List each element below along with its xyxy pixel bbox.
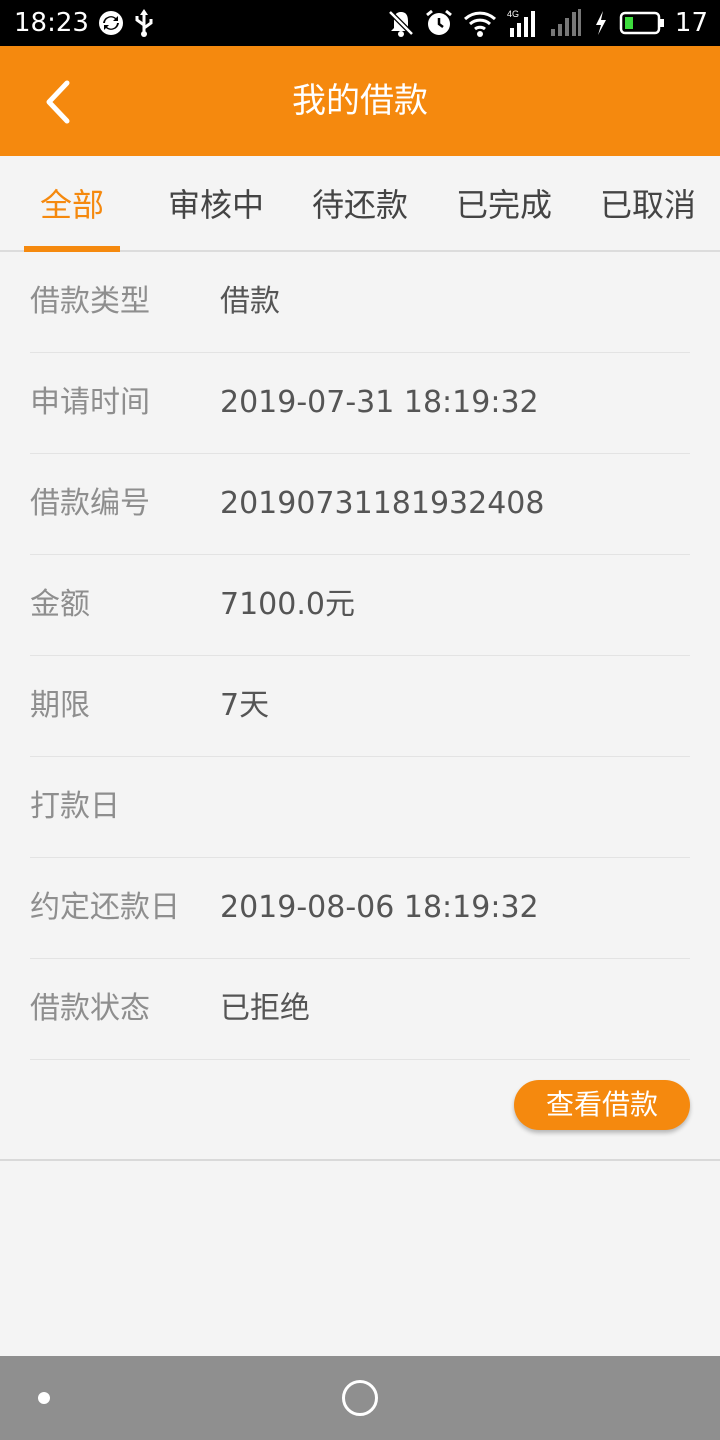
home-circle-icon[interactable] (342, 1380, 378, 1416)
network-type-label: 4G (507, 9, 519, 19)
row-apply-time: 申请时间 2019-07-31 18:19:32 (30, 353, 690, 454)
row-value: 20190731181932408 (220, 486, 545, 521)
status-left-icons (98, 8, 154, 38)
row-term: 期限 7天 (30, 656, 690, 757)
row-loan-number: 借款编号 20190731181932408 (30, 454, 690, 555)
row-value: 7100.0元 (220, 587, 355, 622)
row-value: 已拒绝 (220, 991, 310, 1026)
row-due-date: 约定还款日 2019-08-06 18:19:32 (30, 858, 690, 959)
tab-reviewing[interactable]: 审核中 (160, 156, 272, 252)
row-amount: 金额 7100.0元 (30, 555, 690, 656)
status-time: 18:23 (14, 8, 89, 38)
usb-icon (135, 9, 153, 37)
row-loan-type: 借款类型 借款 (30, 252, 690, 353)
chevron-left-icon (46, 80, 70, 124)
row-value: 2019-07-31 18:19:32 (220, 385, 539, 420)
row-label: 借款类型 (30, 284, 150, 319)
battery-icon (619, 11, 664, 35)
row-label: 借款编号 (30, 486, 150, 521)
charging-icon (595, 11, 606, 35)
view-loan-button[interactable]: 查看借款 (514, 1080, 690, 1130)
status-tabs: 全部 审核中 待还款 已完成 已取消 (0, 156, 720, 252)
row-label: 约定还款日 (30, 890, 180, 925)
tab-pending-repayment[interactable]: 待还款 (304, 156, 416, 252)
tab-all[interactable]: 全部 (22, 156, 122, 252)
signal-weak-icon (550, 9, 581, 36)
row-value: 7天 (220, 688, 270, 723)
system-nav-bar (0, 1356, 720, 1440)
battery-level: 17 (674, 8, 708, 38)
status-bar: 18:23 4G 17 (0, 0, 720, 46)
page-title: 我的借款 (292, 81, 428, 121)
status-right-icons: 4G 17 (387, 6, 708, 40)
loan-card: 借款类型 借款 申请时间 2019-07-31 18:19:32 借款编号 20… (0, 252, 720, 1161)
row-loan-status: 借款状态 已拒绝 (30, 959, 690, 1060)
row-label: 申请时间 (30, 385, 150, 420)
row-value: 借款 (220, 284, 280, 319)
signal-icon: 4G (507, 9, 535, 37)
wifi-icon (463, 11, 496, 37)
alarm-icon (425, 9, 452, 35)
app-bar: 我的借款 (0, 46, 720, 156)
tab-completed[interactable]: 已完成 (448, 156, 560, 252)
tab-cancelled[interactable]: 已取消 (592, 156, 704, 252)
row-value: 2019-08-06 18:19:32 (220, 890, 539, 925)
row-label: 金额 (30, 587, 90, 622)
row-payout-date: 打款日 (30, 757, 690, 858)
silent-icon (388, 10, 414, 37)
recent-apps-dot-icon[interactable] (38, 1392, 50, 1404)
row-label: 借款状态 (30, 991, 150, 1026)
row-label: 打款日 (30, 789, 120, 824)
back-button[interactable] (30, 74, 86, 130)
row-label: 期限 (30, 688, 90, 723)
sync-icon (99, 11, 123, 35)
